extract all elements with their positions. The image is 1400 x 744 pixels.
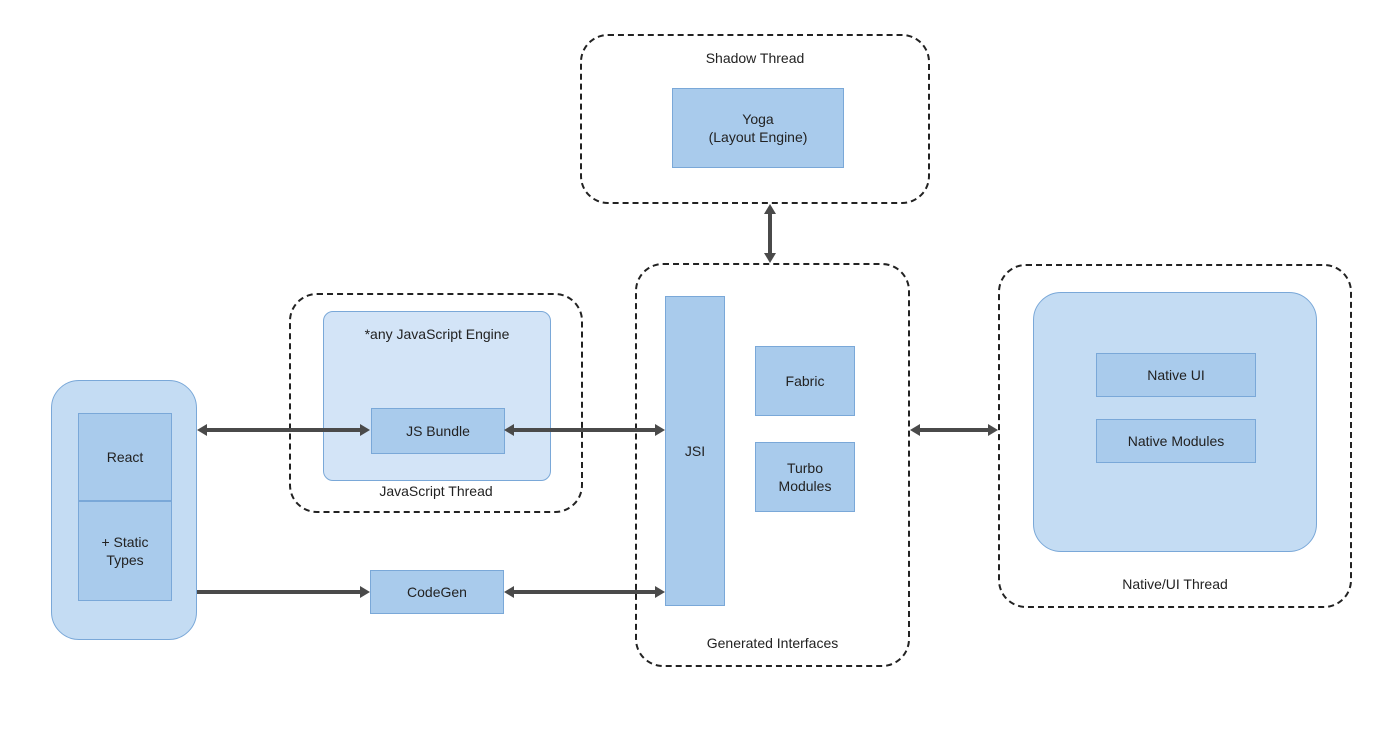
- static-types-box: + Static Types: [78, 501, 172, 601]
- codegen-label: CodeGen: [407, 583, 467, 601]
- codegen-box: CodeGen: [370, 570, 504, 614]
- arrow-codegen-jsi: [514, 590, 655, 594]
- react-label: React: [107, 448, 144, 466]
- native-ui-thread-label: Native/UI Thread: [1000, 576, 1350, 592]
- arrow-static-codegen: [197, 590, 360, 594]
- yoga-label: Yoga (Layout Engine): [709, 110, 808, 146]
- generated-interfaces-label: Generated Interfaces: [637, 635, 908, 651]
- static-types-label: + Static Types: [101, 533, 148, 569]
- native-ui-label: Native UI: [1147, 366, 1205, 384]
- any-js-engine-label: *any JavaScript Engine: [324, 326, 550, 342]
- arrow-head-left-4: [504, 586, 514, 598]
- turbo-modules-box: Turbo Modules: [755, 442, 855, 512]
- fabric-label: Fabric: [786, 372, 825, 390]
- yoga-box: Yoga (Layout Engine): [672, 88, 844, 168]
- any-js-engine-container: *any JavaScript Engine JS Bundle: [323, 311, 551, 481]
- arrow-head-right-4: [655, 586, 665, 598]
- jsi-box: JSI: [665, 296, 725, 606]
- react-box: React: [78, 413, 172, 501]
- jsi-label: JSI: [685, 442, 705, 460]
- arrow-head-right-3: [360, 586, 370, 598]
- arrow-react-jsbundle: [207, 428, 360, 432]
- arrow-head-down: [764, 253, 776, 263]
- arrow-generated-native: [920, 428, 988, 432]
- arrow-head-right-1: [360, 424, 370, 436]
- native-modules-box: Native Modules: [1096, 419, 1256, 463]
- native-ui-box: Native UI: [1096, 353, 1256, 397]
- arrow-jsbundle-jsi: [514, 428, 655, 432]
- js-bundle-label: JS Bundle: [406, 422, 470, 440]
- fabric-box: Fabric: [755, 346, 855, 416]
- shadow-thread-group: Shadow Thread Yoga (Layout Engine): [580, 34, 930, 204]
- shadow-thread-label: Shadow Thread: [582, 50, 928, 66]
- arrow-head-left-5: [910, 424, 920, 436]
- native-container: Native UI Native Modules: [1033, 292, 1317, 552]
- native-modules-label: Native Modules: [1128, 432, 1225, 450]
- arrow-head-right-5: [988, 424, 998, 436]
- arrow-head-left-1: [197, 424, 207, 436]
- arrow-head-up: [764, 204, 776, 214]
- js-bundle-box: JS Bundle: [371, 408, 505, 454]
- arrow-head-left-2: [504, 424, 514, 436]
- react-container: React + Static Types: [51, 380, 197, 640]
- turbo-modules-label: Turbo Modules: [779, 459, 832, 495]
- javascript-thread-label: JavaScript Thread: [291, 483, 581, 499]
- arrow-head-right-2: [655, 424, 665, 436]
- arrow-shadow-generated: [768, 214, 772, 253]
